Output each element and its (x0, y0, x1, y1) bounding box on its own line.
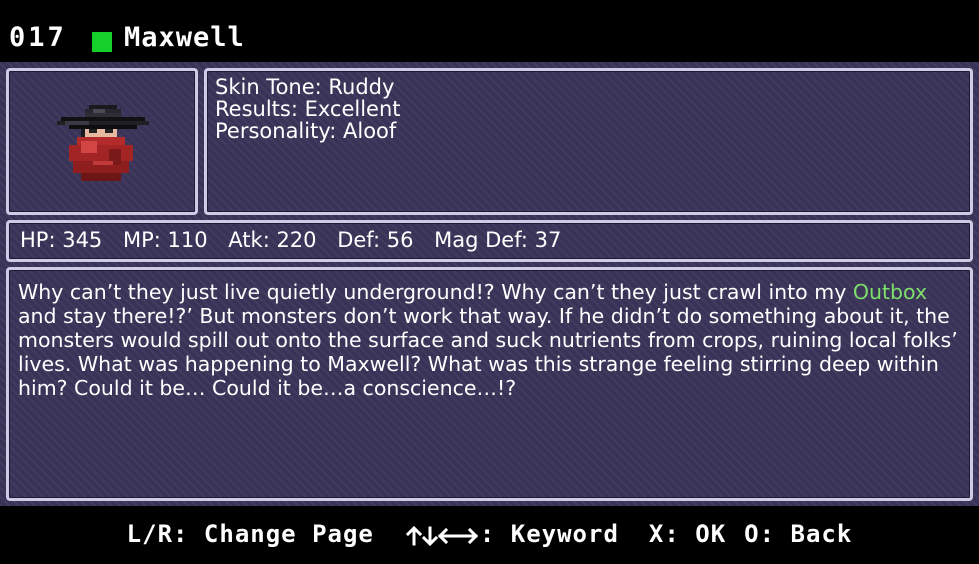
green-square-icon (92, 32, 112, 52)
description-panel: Why can’t they just live quietly undergr… (6, 267, 973, 501)
def-stat: Def: 56 (337, 228, 414, 252)
change-page-hint: L/R: Change Page (126, 520, 374, 548)
entry-name: Maxwell (124, 22, 245, 53)
results-text: Results: Excellent (215, 97, 401, 121)
personality-text: Personality: Aloof (215, 119, 397, 143)
mag-def-stat: Mag Def: 37 (434, 228, 562, 252)
atk-stat: Atk: 220 (228, 228, 317, 252)
description-part-1: Why can’t they just live quietly undergr… (18, 280, 853, 304)
stats-panel: HP: 345 MP: 110 Atk: 220 Def: 56 Mag Def… (6, 220, 973, 262)
description-part-2: and stay there!?’ But monsters don’t wor… (18, 304, 958, 400)
description-text: Why can’t they just live quietly undergr… (18, 280, 963, 400)
entry-detail-area: Skin Tone: Ruddy Results: Excellent Pers… (0, 62, 979, 506)
keyword-hint: : Keyword (479, 520, 619, 548)
controls-footer: L/R: Change Page : Keyword X: OK O: Back (0, 506, 979, 564)
maxwell-sprite-icon (57, 105, 149, 181)
back-hint: O: Back (744, 520, 853, 548)
header-bar: 017 Maxwell (0, 0, 979, 62)
info-panel: Skin Tone: Ruddy Results: Excellent Pers… (204, 68, 973, 215)
portrait-panel (6, 68, 198, 215)
ok-hint: X: OK (648, 520, 727, 548)
directional-arrows-icon (405, 526, 478, 546)
stats-row: HP: 345 MP: 110 Atk: 220 Def: 56 Mag Def… (20, 228, 575, 252)
mp-stat: MP: 110 (122, 228, 208, 252)
entry-number: 017 (9, 22, 67, 53)
skin-tone-text: Skin Tone: Ruddy (215, 75, 395, 99)
keyword-link[interactable]: Outbox (853, 280, 927, 304)
hp-stat: HP: 345 (20, 228, 103, 252)
